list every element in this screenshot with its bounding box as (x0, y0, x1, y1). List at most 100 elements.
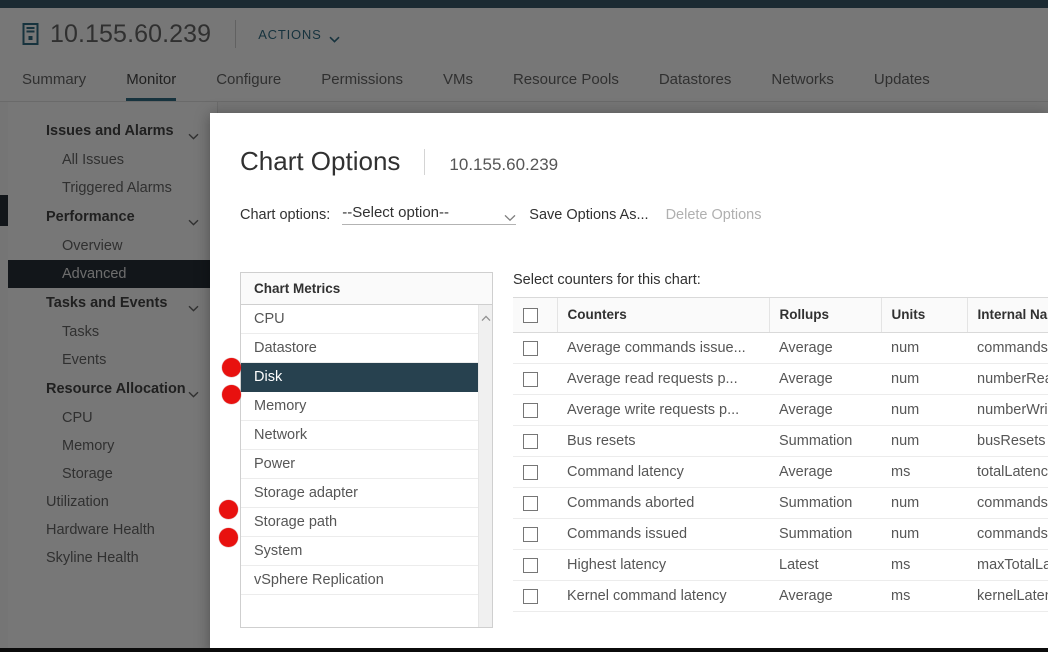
counters-panel: Select counters for this chart: Counters… (493, 272, 1048, 628)
counter-internal: numberRea (967, 363, 1048, 395)
counter-internal: maxTotalLa (967, 549, 1048, 581)
table-row[interactable]: Bus resets Summation num busResets (513, 425, 1048, 457)
counter-units: num (881, 332, 967, 364)
counter-internal: busResets (967, 425, 1048, 457)
chart-options-dialog: Chart Options 10.155.60.239 Chart option… (210, 113, 1048, 652)
dialog-header: Chart Options 10.155.60.239 (210, 113, 1048, 177)
counter-rollup: Average (769, 456, 881, 488)
counter-name: Commands issued (557, 518, 769, 550)
counter-name: Kernel command latency (557, 580, 769, 612)
app-top-strip (0, 0, 1048, 8)
counter-units: num (881, 394, 967, 426)
chart-metrics-header: Chart Metrics (241, 273, 492, 305)
counters-label: Select counters for this chart: (513, 272, 701, 288)
counter-name: Average write requests p... (557, 394, 769, 426)
table-row[interactable]: Command latency Average ms totalLatenc (513, 456, 1048, 488)
row-checkbox[interactable] (523, 495, 538, 511)
table-row[interactable]: Commands issued Summation num commands (513, 518, 1048, 550)
row-checkbox[interactable] (523, 433, 538, 449)
screen-bottom-rule (0, 648, 1048, 652)
metric-item-memory[interactable]: Memory (241, 392, 478, 421)
counter-name: Command latency (557, 456, 769, 488)
metric-item-datastore[interactable]: Datastore (241, 334, 478, 363)
row-checkbox-cell (513, 487, 557, 519)
row-checkbox[interactable] (523, 557, 538, 573)
metric-item-vsphere-replication[interactable]: vSphere Replication (241, 566, 478, 595)
table-row[interactable]: Average commands issue... Average num co… (513, 332, 1048, 364)
chart-options-label: Chart options: (240, 206, 331, 223)
chart-metrics-list: CPU Datastore Disk Memory Network Power … (241, 305, 478, 627)
dialog-title-divider (424, 148, 426, 175)
counter-units: num (881, 487, 967, 519)
counters-table-header-row: Counters Rollups Units Internal Nam (513, 297, 1048, 333)
counter-units: num (881, 518, 967, 550)
counter-units: ms (881, 456, 967, 488)
row-checkbox[interactable] (523, 402, 538, 418)
counters-col-counters[interactable]: Counters (556, 297, 769, 333)
row-checkbox[interactable] (523, 340, 538, 356)
row-checkbox-cell (513, 332, 557, 364)
row-checkbox-cell (513, 580, 557, 612)
counters-col-units[interactable]: Units (880, 297, 967, 333)
metric-item-storage-path[interactable]: Storage path (241, 508, 478, 537)
row-checkbox[interactable] (523, 464, 538, 480)
counter-units: num (881, 363, 967, 395)
table-row[interactable]: Highest latency Latest ms maxTotalLa (513, 549, 1048, 581)
chart-options-row: Chart options: --Select option-- Save Op… (210, 177, 1048, 225)
save-options-as-button[interactable]: Save Options As... (529, 207, 648, 223)
chart-options-select[interactable]: --Select option-- (342, 204, 517, 225)
row-checkbox[interactable] (523, 371, 538, 387)
metric-item-cpu[interactable]: CPU (241, 305, 478, 334)
screen-root: 10.155.60.239 ACTIONS Summary Monitor Co… (0, 0, 1048, 652)
counter-units: num (881, 425, 967, 457)
metric-item-storage-adapter[interactable]: Storage adapter (241, 479, 478, 508)
dialog-subtitle: 10.155.60.239 (449, 155, 559, 174)
metric-item-power[interactable]: Power (241, 450, 478, 479)
table-row[interactable]: Commands aborted Summation num commands, (513, 487, 1048, 519)
counter-units: ms (881, 580, 967, 612)
annotation-dot-storage-adapter (219, 500, 238, 519)
select-all-checkbox[interactable] (523, 307, 538, 323)
table-row[interactable]: Kernel command latency Average ms kernel… (513, 580, 1048, 612)
metric-item-system[interactable]: System (241, 537, 478, 566)
counter-internal: numberWri (967, 394, 1048, 426)
counter-units: ms (881, 549, 967, 581)
table-row[interactable]: Average write requests p... Average num … (513, 394, 1048, 426)
row-checkbox[interactable] (523, 588, 538, 604)
counter-rollup: Latest (769, 549, 881, 581)
row-checkbox[interactable] (523, 526, 538, 542)
counter-rollup: Average (769, 394, 881, 426)
row-checkbox-cell (513, 394, 557, 426)
counter-rollup: Summation (769, 518, 881, 550)
row-checkbox-cell (513, 549, 557, 581)
counter-internal: commands, (967, 332, 1048, 364)
counter-name: Average read requests p... (557, 363, 769, 395)
chart-metrics-panel: Chart Metrics CPU Datastore Disk Memory … (240, 272, 493, 628)
counter-internal: commands, (967, 487, 1048, 519)
annotation-dot-disk (222, 385, 241, 404)
counter-name: Highest latency (557, 549, 769, 581)
counter-rollup: Average (769, 363, 881, 395)
chevron-up-icon[interactable] (481, 309, 491, 627)
dialog-title: Chart Options (240, 146, 401, 176)
counters-col-internal[interactable]: Internal Nam (966, 297, 1048, 333)
counter-rollup: Summation (769, 425, 881, 457)
row-checkbox-cell (513, 518, 557, 550)
counter-rollup: Average (769, 332, 881, 364)
row-checkbox-cell (513, 456, 557, 488)
counters-col-rollups[interactable]: Rollups (768, 297, 881, 333)
metric-item-network[interactable]: Network (241, 421, 478, 450)
counter-name: Average commands issue... (557, 332, 769, 364)
row-checkbox-cell (513, 425, 557, 457)
counter-name: Commands aborted (557, 487, 769, 519)
counter-internal: totalLatenc (967, 456, 1048, 488)
annotation-dot-storage-path (219, 528, 238, 547)
row-checkbox-cell (513, 363, 557, 395)
metric-item-disk[interactable]: Disk (241, 363, 478, 392)
annotation-dot-datastore (222, 358, 241, 377)
table-row[interactable]: Average read requests p... Average num n… (513, 363, 1048, 395)
chart-metrics-scrollbar[interactable] (478, 305, 492, 627)
chart-metrics-body: CPU Datastore Disk Memory Network Power … (241, 305, 492, 627)
chevron-down-icon (504, 209, 516, 221)
dialog-content: Chart Metrics CPU Datastore Disk Memory … (210, 225, 1048, 628)
